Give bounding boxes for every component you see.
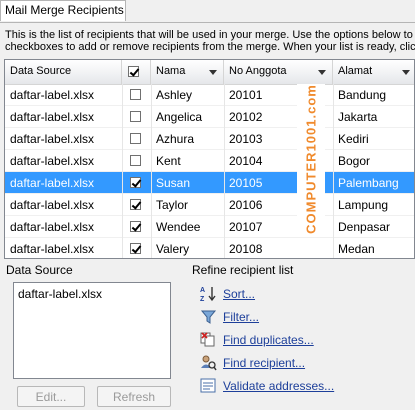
recipients-grid[interactable]: Data Source Nama No Anggota Alamat dafta… [4, 59, 415, 259]
cell-alamat: Lampung [338, 198, 389, 212]
table-row[interactable]: daftar-label.xlsx Kent 20104 Bogor [5, 150, 414, 172]
cell-data-source: daftar-label.xlsx [10, 176, 95, 190]
cell-nama: Susan [156, 176, 191, 190]
instructions-line-2: checkboxes to add or remove recipients f… [5, 41, 415, 53]
cell-data-source: daftar-label.xlsx [10, 198, 95, 212]
table-row[interactable]: daftar-label.xlsx Angelica 20102 Jakarta [5, 106, 414, 128]
title-bar: Mail Merge Recipients [0, 0, 415, 23]
cell-data-source: daftar-label.xlsx [10, 110, 95, 124]
cell-nama: Ashley [156, 88, 193, 102]
cell-data-source: daftar-label.xlsx [10, 88, 95, 102]
table-row[interactable]: daftar-label.xlsx Taylor 20106 Lampung [5, 194, 414, 216]
column-header-nama[interactable]: Nama [151, 60, 224, 84]
row-include-checkbox[interactable] [130, 199, 141, 210]
row-include-checkbox[interactable] [130, 221, 141, 232]
cell-data-source: daftar-label.xlsx [10, 220, 95, 234]
column-header-alamat[interactable]: Alamat [333, 60, 414, 84]
table-row[interactable]: daftar-label.xlsx Ashley 20101 Bandung [5, 84, 414, 106]
find-person-icon [201, 355, 217, 371]
cell-alamat: Bandung [338, 88, 387, 102]
cell-alamat: Denpasar [338, 220, 391, 234]
table-row[interactable]: daftar-label.xlsx Valery 20108 Medan [5, 238, 414, 258]
table-row[interactable]: daftar-label.xlsx Wendee 20107 Denpasar [5, 216, 414, 238]
table-row[interactable]: daftar-label.xlsx Azhura 20103 Kediri [5, 128, 414, 150]
chevron-down-icon[interactable] [209, 70, 217, 75]
row-include-checkbox[interactable] [130, 89, 141, 100]
table-row[interactable]: daftar-label.xlsx Susan 20105 Palembang [5, 172, 414, 194]
grid-header: Data Source Nama No Anggota Alamat [5, 60, 414, 85]
duplicates-icon [200, 332, 215, 347]
sort-az-icon: A Z [200, 287, 216, 302]
row-include-checkbox[interactable] [130, 133, 141, 144]
cell-nama: Wendee [156, 220, 201, 234]
cell-data-source: daftar-label.xlsx [10, 154, 95, 168]
cell-nama: Kent [156, 154, 181, 168]
refresh-button[interactable]: Refresh [97, 386, 171, 407]
column-header-select-all[interactable] [122, 60, 151, 84]
svg-text:Z: Z [200, 296, 205, 302]
cell-nama: Valery [156, 242, 190, 256]
chevron-down-icon[interactable] [402, 70, 410, 75]
cell-no-anggota: 20108 [229, 242, 263, 256]
column-header-data-source[interactable]: Data Source [5, 60, 122, 84]
chevron-down-icon[interactable] [318, 70, 326, 75]
column-header-no-anggota[interactable]: No Anggota [224, 60, 333, 84]
watermark: COMPUTER1001.com [297, 84, 325, 234]
edit-button[interactable]: Edit... [17, 386, 85, 407]
column-divider [122, 84, 123, 258]
data-source-section-label: Data Source [6, 263, 73, 277]
svg-text:A: A [200, 287, 205, 294]
cell-nama: Angelica [156, 110, 203, 124]
cell-alamat: Palembang [338, 176, 399, 190]
column-divider [151, 84, 152, 258]
filter-funnel-icon [200, 310, 217, 324]
data-source-list-item[interactable]: daftar-label.xlsx [18, 287, 170, 301]
cell-data-source: daftar-label.xlsx [10, 242, 95, 256]
row-include-checkbox[interactable] [130, 177, 141, 188]
cell-alamat: Kediri [338, 132, 369, 146]
refine-section-label: Refine recipient list [192, 263, 294, 277]
cell-data-source: daftar-label.xlsx [10, 132, 95, 146]
cell-alamat: Medan [338, 242, 375, 256]
column-divider [224, 84, 225, 258]
row-include-checkbox[interactable] [130, 111, 141, 122]
cell-alamat: Bogor [338, 154, 371, 168]
instructions-line-1: This is the list of recipients that will… [5, 29, 415, 41]
instructions-text: This is the list of recipients that will… [5, 29, 415, 53]
watermark-text: COMPUTER1001.com [303, 84, 319, 234]
cell-alamat: Jakarta [338, 110, 378, 124]
dialog-title-tab: Mail Merge Recipients [0, 0, 126, 21]
column-divider [333, 84, 334, 258]
validate-list-icon [200, 378, 216, 393]
row-include-checkbox[interactable] [130, 243, 141, 254]
select-all-checkbox[interactable] [128, 66, 139, 77]
data-source-list[interactable]: daftar-label.xlsx [13, 282, 171, 379]
row-include-checkbox[interactable] [130, 155, 141, 166]
cell-nama: Azhura [156, 132, 195, 146]
cell-nama: Taylor [156, 198, 189, 212]
